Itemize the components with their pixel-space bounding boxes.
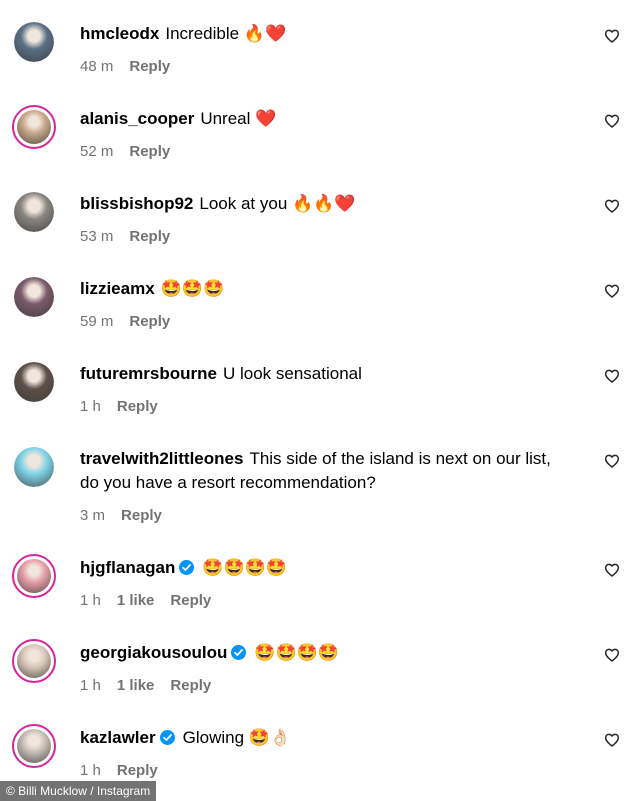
username-link[interactable]: travelwith2littleones bbox=[80, 449, 243, 468]
timestamp: 1 h bbox=[80, 592, 101, 609]
comment-line: futuremrsbourne U look sensational bbox=[80, 362, 574, 386]
comment-body: alanis_cooper Unreal ❤️ 52 m Reply bbox=[80, 107, 574, 160]
comment-text: 🤩🤩🤩🤩 bbox=[202, 558, 288, 577]
like-count[interactable]: 1 like bbox=[117, 592, 155, 609]
username-link[interactable]: alanis_cooper bbox=[80, 109, 194, 128]
like-heart-icon[interactable] bbox=[604, 453, 622, 471]
comment-text: U look sensational bbox=[222, 364, 362, 383]
comment-meta: 1 h 1 like Reply bbox=[80, 677, 574, 694]
comment-line: blissbishop92 Look at you 🔥🔥❤️ bbox=[80, 192, 574, 216]
username-link[interactable]: futuremrsbourne bbox=[80, 364, 217, 383]
comment-line: kazlawler Glowing 🤩👌🏻 bbox=[80, 726, 574, 750]
avatar[interactable] bbox=[12, 554, 56, 598]
timestamp: 1 h bbox=[80, 398, 101, 415]
avatar[interactable] bbox=[14, 22, 54, 62]
image-credit: © Billi Mucklow / Instagram bbox=[0, 781, 157, 801]
comment-meta: 53 m Reply bbox=[80, 228, 574, 245]
timestamp: 3 m bbox=[80, 507, 106, 524]
timestamp: 53 m bbox=[80, 228, 114, 245]
comment-text: Incredible 🔥❤️ bbox=[165, 24, 287, 43]
like-count[interactable]: 1 like bbox=[117, 677, 155, 694]
reply-button[interactable]: Reply bbox=[129, 228, 170, 245]
comment-line: georgiakousoulou 🤩🤩🤩🤩 bbox=[80, 641, 574, 665]
verified-badge-icon bbox=[159, 730, 175, 745]
avatar-image bbox=[17, 729, 51, 763]
like-heart-icon[interactable] bbox=[604, 562, 622, 580]
username-link[interactable]: hmcleodx bbox=[80, 24, 159, 43]
avatar[interactable] bbox=[12, 724, 56, 768]
avatar-image bbox=[17, 644, 51, 678]
comment-body: futuremrsbourne U look sensational 1 h Repl… bbox=[80, 362, 574, 415]
avatar[interactable] bbox=[12, 639, 56, 683]
timestamp: 52 m bbox=[80, 143, 114, 160]
avatar-image bbox=[14, 362, 54, 402]
timestamp: 1 h bbox=[80, 762, 101, 779]
avatar[interactable] bbox=[14, 192, 54, 232]
like-heart-icon[interactable] bbox=[604, 732, 622, 750]
comment-body: kazlawler Glowing 🤩👌🏻 1 h Reply bbox=[80, 726, 574, 779]
avatar[interactable] bbox=[14, 277, 54, 317]
reply-button[interactable]: Reply bbox=[170, 677, 211, 694]
comment-line: lizzieamx 🤩🤩🤩 bbox=[80, 277, 574, 301]
timestamp: 1 h bbox=[80, 677, 101, 694]
comment-line: hmcleodx Incredible 🔥❤️ bbox=[80, 22, 574, 46]
comment-text: Glowing 🤩👌🏻 bbox=[182, 728, 292, 747]
avatar-image bbox=[14, 447, 54, 487]
comment-meta: 52 m Reply bbox=[80, 143, 574, 160]
avatar[interactable] bbox=[14, 447, 54, 487]
like-heart-icon[interactable] bbox=[604, 198, 622, 216]
username-link[interactable]: kazlawler bbox=[80, 728, 156, 747]
reply-button[interactable]: Reply bbox=[117, 762, 158, 779]
like-heart-icon[interactable] bbox=[604, 283, 622, 301]
comment-body: hmcleodx Incredible 🔥❤️ 48 m Reply bbox=[80, 22, 574, 75]
comment-text: 🤩🤩🤩 bbox=[160, 279, 225, 298]
reply-button[interactable]: Reply bbox=[117, 398, 158, 415]
comment-meta: 59 m Reply bbox=[80, 313, 574, 330]
username-link[interactable]: lizzieamx bbox=[80, 279, 155, 298]
comment-meta: 48 m Reply bbox=[80, 58, 574, 75]
timestamp: 59 m bbox=[80, 313, 114, 330]
comment-body: travelwith2littleones This side of the is… bbox=[80, 447, 574, 524]
comment-line: travelwith2littleones This side of the is… bbox=[80, 447, 574, 495]
like-heart-icon[interactable] bbox=[604, 368, 622, 386]
like-heart-icon[interactable] bbox=[604, 113, 622, 131]
comment-text: Look at you 🔥🔥❤️ bbox=[199, 194, 356, 213]
comment-meta: 1 h 1 like Reply bbox=[80, 592, 574, 609]
timestamp: 48 m bbox=[80, 58, 114, 75]
username-link[interactable]: georgiakousoulou bbox=[80, 643, 227, 662]
avatar[interactable] bbox=[14, 362, 54, 402]
reply-button[interactable]: Reply bbox=[129, 143, 170, 160]
reply-button[interactable]: Reply bbox=[121, 507, 162, 524]
avatar[interactable] bbox=[12, 105, 56, 149]
avatar-image bbox=[17, 110, 51, 144]
comment-line: alanis_cooper Unreal ❤️ bbox=[80, 107, 574, 131]
avatar-image bbox=[14, 277, 54, 317]
reply-button[interactable]: Reply bbox=[129, 58, 170, 75]
comment-meta: 1 h Reply bbox=[80, 398, 574, 415]
like-heart-icon[interactable] bbox=[604, 28, 622, 46]
username-link[interactable]: hjgflanagan bbox=[80, 558, 175, 577]
like-heart-icon[interactable] bbox=[604, 647, 622, 665]
comment-meta: 1 h Reply bbox=[80, 762, 574, 779]
verified-badge-icon bbox=[231, 645, 247, 660]
comment-body: blissbishop92 Look at you 🔥🔥❤️ 53 m Reply bbox=[80, 192, 574, 245]
comment-text: Unreal ❤️ bbox=[200, 109, 277, 128]
comment-body: lizzieamx 🤩🤩🤩 59 m Reply bbox=[80, 277, 574, 330]
comment-meta: 3 m Reply bbox=[80, 507, 574, 524]
comment-body: georgiakousoulou 🤩🤩🤩🤩 1 h 1 like Reply bbox=[80, 641, 574, 694]
avatar-image bbox=[14, 192, 54, 232]
reply-button[interactable]: Reply bbox=[170, 592, 211, 609]
comment-body: hjgflanagan 🤩🤩🤩🤩 1 h 1 like Reply bbox=[80, 556, 574, 609]
comment-line: hjgflanagan 🤩🤩🤩🤩 bbox=[80, 556, 574, 580]
reply-button[interactable]: Reply bbox=[129, 313, 170, 330]
avatar-image bbox=[14, 22, 54, 62]
username-link[interactable]: blissbishop92 bbox=[80, 194, 193, 213]
verified-badge-icon bbox=[179, 560, 195, 575]
comment-text: 🤩🤩🤩🤩 bbox=[254, 643, 340, 662]
avatar-image bbox=[17, 559, 51, 593]
